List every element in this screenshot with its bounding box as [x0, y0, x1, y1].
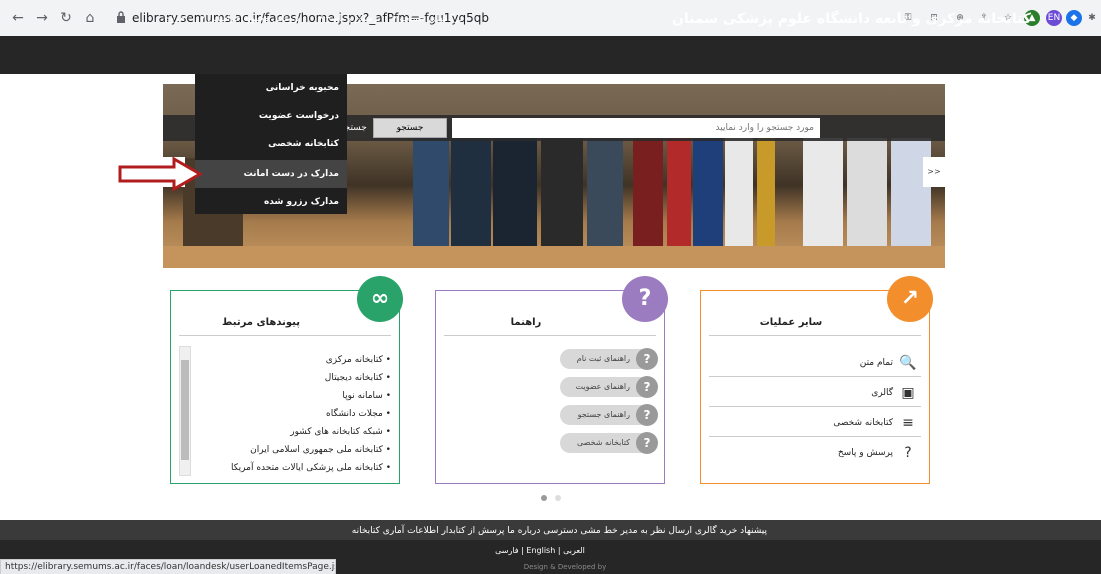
guide-membership-button[interactable]: راهنمای عضویت? [560, 376, 658, 398]
guide-label: کتابخانه شخصی [576, 438, 630, 447]
help-icon: ? [636, 348, 658, 370]
home-icon[interactable]: ⌂ [82, 10, 98, 26]
op-gallery[interactable]: ▣ گالری [709, 379, 921, 407]
picture-icon: ▣ [901, 385, 915, 401]
extension-icon-2[interactable]: ◆ [1066, 10, 1082, 26]
qa-icon: ? [904, 445, 912, 461]
link-item[interactable]: • سامانه نوپا [342, 391, 391, 401]
help-icon: ? [636, 376, 658, 398]
op-fulltext[interactable]: 🔍 تمام متن [709, 349, 921, 377]
puzzle-icon[interactable]: ✱ [1084, 10, 1100, 26]
carousel-dot-active[interactable] [541, 495, 547, 501]
carousel-next-button[interactable]: >> [923, 157, 945, 187]
nav-profile[interactable]: پروفایل محبوبه خراسانی ▾ [200, 0, 300, 38]
link-icon: ∞ [357, 276, 403, 322]
dropdown-item-reserved[interactable]: مدارک رزرو شده [195, 188, 347, 216]
op-label: کتابخانه شخصی [833, 418, 893, 428]
dropdown-item-personal-library[interactable]: کتابخانه شخصی [195, 130, 347, 158]
carousel-dot[interactable] [555, 495, 561, 501]
guide-register-button[interactable]: راهنمای ثبت نام? [560, 348, 658, 370]
help-icon: ? [636, 404, 658, 426]
op-personal-library[interactable]: ≡ کتابخانه شخصی [709, 409, 921, 437]
footer-links[interactable]: پیشنهاد خرید گالری ارسال نظر به مدیر خط … [352, 522, 767, 540]
guide-label: راهنمای ثبت نام [576, 354, 630, 363]
reload-icon[interactable]: ↻ [58, 10, 74, 26]
link-item[interactable]: • کتابخانه ملی جمهوری اسلامی ایران [250, 445, 391, 455]
search-button[interactable]: جستجو [373, 118, 447, 138]
op-qa[interactable]: ? پرسش و پاسخ [709, 439, 921, 467]
help-icon: ? [636, 432, 658, 454]
forward-icon[interactable]: → [34, 10, 50, 26]
annotation-arrow-icon [118, 157, 204, 191]
ops-card: سایر عملیات ↗ 🔍 تمام متن ▣ گالری ≡ کتابخانه… [700, 276, 933, 484]
dropdown-item-membership[interactable]: درخواست عضویت [195, 102, 347, 130]
links-card: پیوندهای مرتبط ∞ • کتابخانه مرکزی • کتاب… [170, 276, 403, 484]
site-title: کتابخانه مرکزی و تابعه دانشگاه علوم پزشک… [671, 11, 1031, 27]
status-bar-url: https://elibrary.semums.ac.ir/faces/loan… [0, 559, 336, 574]
credits: Design & Developed by [523, 563, 607, 571]
op-label: گالری [871, 388, 893, 398]
lock-icon[interactable] [116, 11, 126, 24]
search-input[interactable] [452, 118, 820, 138]
link-item[interactable]: • کتابخانه ملی پزشکی ایالات متحده آمریکا [231, 463, 391, 473]
link-item[interactable]: • مجلات دانشگاه [326, 409, 391, 419]
op-label: تمام متن [859, 358, 893, 368]
dropdown-item-name[interactable]: محبوبه خراسانی [195, 74, 347, 102]
guide-personal-library-button[interactable]: کتابخانه شخصی? [560, 432, 658, 454]
document-search-icon: 🔍 [899, 355, 917, 371]
nav-portals[interactable]: درگاههای جستجو ▾ [392, 0, 463, 38]
guide-search-button[interactable]: راهنمای جستجو? [560, 404, 658, 426]
guide-card: راهنما ? راهنمای ثبت نام? راهنمای عضویت?… [435, 276, 668, 484]
link-item[interactable]: • شبکه کتابخانه های کشور [290, 427, 391, 437]
nav-qa[interactable]: پرسش و پاسخ ▾ [318, 0, 381, 38]
site-header [0, 36, 1101, 74]
link-item[interactable]: • کتابخانه مرکزی [326, 355, 391, 365]
profile-avatar[interactable]: EN [1046, 10, 1062, 26]
nav-logout[interactable]: خروج [164, 0, 185, 38]
external-link-icon: ↗ [887, 276, 933, 322]
books-icon: ≡ [902, 415, 914, 431]
dropdown-item-loaned-items[interactable]: مدارک در دست امانت [195, 160, 347, 188]
guide-label: راهنمای عضویت [575, 382, 630, 391]
links-card-title: پیوندهای مرتبط [222, 317, 300, 328]
link-item[interactable]: • کتابخانه دیجیتال [325, 373, 391, 383]
links-scrollbar-thumb[interactable] [181, 360, 189, 460]
question-icon: ? [622, 276, 668, 322]
op-label: پرسش و پاسخ [837, 448, 893, 458]
profile-dropdown: محبوبه خراسانی درخواست عضویت کتابخانه شخ… [195, 74, 347, 214]
language-switcher[interactable]: فارسی | English | العربی [490, 546, 590, 555]
guide-label: راهنمای جستجو [577, 410, 630, 419]
back-icon[interactable]: ← [10, 10, 26, 26]
ops-card-title: سایر عملیات [759, 317, 823, 328]
guide-card-title: راهنما [510, 317, 542, 328]
